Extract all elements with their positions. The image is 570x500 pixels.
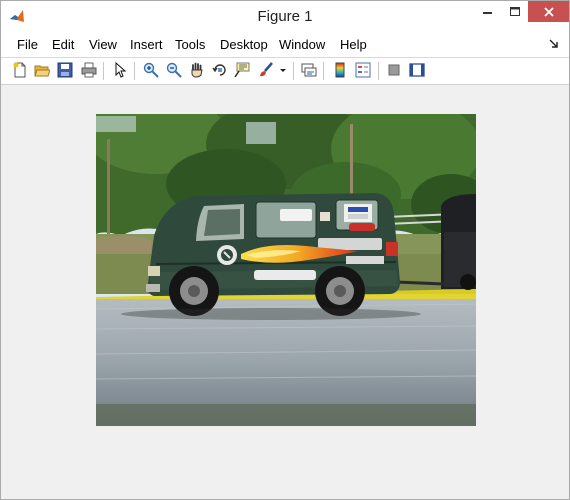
pan-button[interactable] [187, 60, 207, 80]
toolbar-separator [134, 62, 135, 80]
toolbar-separator [378, 62, 379, 80]
edit-plot-arrow-icon [115, 62, 127, 78]
data-cursor-button[interactable] [232, 60, 252, 80]
print-button[interactable] [79, 60, 99, 80]
maximize-icon [510, 6, 520, 16]
pan-hand-icon [191, 62, 203, 78]
figure-window: Figure 1 File Edit View Insert Tools Des… [0, 0, 570, 500]
zoom-out-button[interactable] [164, 60, 184, 80]
brush-dropdown-icon [280, 69, 286, 72]
edit-plot-button[interactable] [110, 60, 130, 80]
new-figure-button[interactable] [10, 60, 30, 80]
figure-canvas[interactable] [1, 85, 569, 499]
legend-button[interactable] [353, 60, 373, 80]
brush-button[interactable] [256, 60, 276, 80]
colorbar-button[interactable] [330, 60, 350, 80]
rotate-3d-icon [212, 64, 226, 76]
minimize-button[interactable] [473, 1, 502, 22]
figure-toolbar [1, 58, 569, 85]
colorbar-icon [335, 62, 345, 78]
menu-tools[interactable]: Tools [175, 37, 205, 52]
title-bar[interactable]: Figure 1 [1, 1, 569, 31]
show-plot-tools-button[interactable] [407, 60, 427, 80]
minimize-icon [482, 11, 492, 14]
link-plot-button[interactable] [299, 60, 319, 80]
data-cursor-icon [234, 62, 250, 78]
toolbar-separator [103, 62, 104, 80]
open-file-button[interactable] [32, 60, 52, 80]
toolbar-separator [323, 62, 324, 80]
menu-help[interactable]: Help [340, 37, 367, 52]
menu-insert[interactable]: Insert [130, 37, 163, 52]
menu-file[interactable]: File [17, 37, 38, 52]
van-photo [96, 114, 476, 426]
new-figure-icon [13, 62, 26, 78]
rotate-3d-button[interactable] [210, 60, 230, 80]
hide-plot-tools-icon [388, 64, 400, 76]
print-icon [81, 62, 97, 78]
open-file-icon [34, 65, 50, 77]
brush-dropdown-button[interactable] [277, 60, 289, 80]
zoom-out-icon [166, 62, 182, 78]
save-button[interactable] [55, 60, 75, 80]
link-plot-icon [301, 63, 317, 77]
zoom-in-icon [143, 62, 159, 78]
menu-desktop[interactable]: Desktop [220, 37, 268, 52]
zoom-in-button[interactable] [141, 60, 161, 80]
menu-window[interactable]: Window [279, 37, 325, 52]
maximize-button[interactable] [502, 1, 528, 22]
image-axes[interactable] [96, 114, 476, 426]
menu-view[interactable]: View [89, 37, 117, 52]
brush-icon [260, 62, 273, 77]
toolbar-separator [293, 62, 294, 80]
legend-icon [355, 62, 371, 78]
show-plot-tools-icon [409, 63, 425, 77]
menu-bar: File Edit View Insert Tools Desktop Wind… [1, 31, 569, 58]
hide-plot-tools-button[interactable] [384, 60, 404, 80]
close-icon [543, 6, 554, 17]
close-button[interactable] [528, 1, 569, 22]
dock-arrow-icon[interactable] [549, 39, 559, 49]
menu-edit[interactable]: Edit [52, 37, 74, 52]
save-icon [57, 62, 73, 78]
